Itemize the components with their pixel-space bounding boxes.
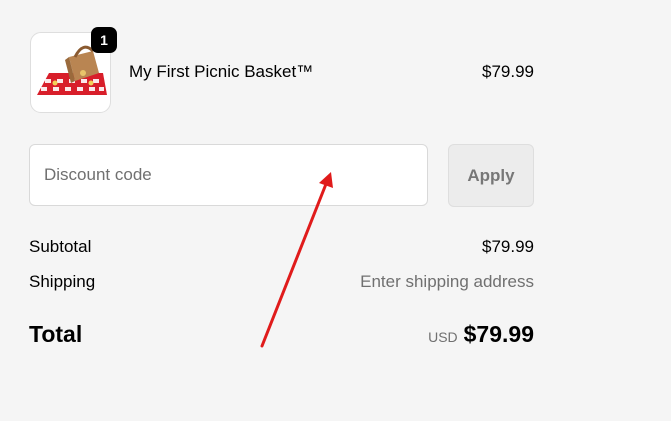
total-row: Total USD $79.99 bbox=[29, 318, 534, 350]
total-value-group: USD $79.99 bbox=[428, 318, 534, 353]
quantity-badge: 1 bbox=[91, 27, 117, 53]
product-price: $79.99 bbox=[482, 62, 534, 81]
total-label: Total bbox=[29, 321, 83, 347]
apply-discount-button[interactable]: Apply bbox=[448, 144, 534, 207]
shipping-label: Shipping bbox=[29, 272, 96, 291]
shipping-value: Enter shipping address bbox=[360, 272, 534, 291]
subtotal-value: $79.99 bbox=[482, 237, 534, 256]
shipping-row: Shipping Enter shipping address bbox=[29, 271, 534, 293]
total-amount: $79.99 bbox=[463, 321, 534, 347]
discount-code-input[interactable] bbox=[29, 144, 428, 206]
subtotal-row: Subtotal $79.99 bbox=[29, 236, 534, 258]
cart-line-item: 1 My First Picnic Basket™ $79.99 bbox=[30, 27, 534, 113]
currency-code: USD bbox=[428, 329, 458, 345]
order-summary-panel: 1 My First Picnic Basket™ $79.99 Apply S… bbox=[0, 0, 671, 421]
subtotal-label: Subtotal bbox=[29, 237, 92, 256]
product-name: My First Picnic Basket™ bbox=[129, 62, 314, 81]
